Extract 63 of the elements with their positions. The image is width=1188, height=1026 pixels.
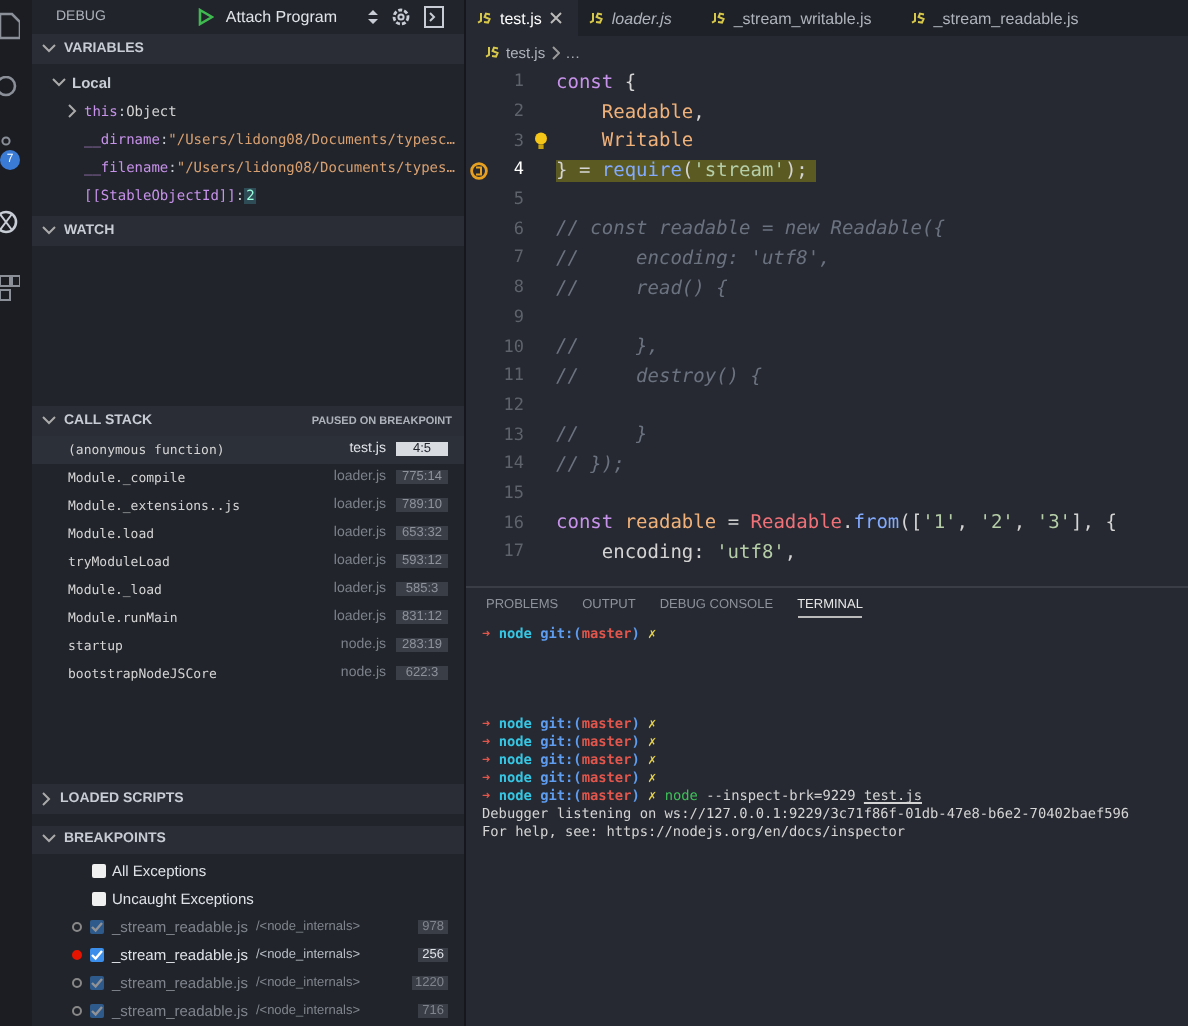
checkbox[interactable] — [90, 1004, 104, 1019]
code-line: Writable — [601, 130, 696, 153]
chevron-right-icon[interactable] — [68, 104, 78, 119]
code-line: const readable = Readable.from(['1', '2', '3'], { — [556, 512, 1119, 535]
line-number: 15 — [501, 483, 524, 504]
editor-tab[interactable]: _stream_readable.js — [899, 0, 1107, 36]
play-icon[interactable] — [197, 8, 214, 27]
code-line: Readable, — [601, 101, 707, 124]
code-line: // destroy() { — [556, 365, 764, 388]
line-number: 7 — [511, 248, 524, 269]
extensions-icon[interactable] — [0, 274, 20, 302]
chevron-down-icon[interactable] — [42, 43, 56, 54]
paused-breakpoint-icon — [469, 161, 487, 180]
editor-tab[interactable]: loader.js — [577, 0, 700, 36]
search-icon[interactable] — [0, 76, 20, 100]
close-icon[interactable] — [549, 12, 562, 24]
code-line: // const readable = new Readable({ — [556, 218, 947, 241]
files-icon[interactable] — [0, 12, 20, 40]
line-number: 13 — [501, 425, 524, 446]
js-file-icon — [587, 12, 604, 24]
chevron-right-icon[interactable] — [42, 791, 52, 806]
checkbox[interactable] — [90, 920, 104, 935]
line-number: 9 — [511, 307, 524, 328]
checkbox[interactable] — [92, 864, 106, 879]
line-number: 5 — [511, 190, 524, 211]
code-line: // }, — [556, 336, 661, 359]
code-line: // encoding: 'utf8', — [556, 247, 833, 270]
line-number: 3 — [511, 131, 524, 152]
checkbox[interactable] — [92, 892, 106, 907]
line-number: 17 — [501, 542, 524, 563]
line-number: 2 — [511, 102, 524, 123]
chevron-down-icon[interactable] — [42, 226, 56, 237]
updown-caret-icon[interactable] — [368, 8, 379, 27]
settings-icon[interactable] — [390, 6, 413, 29]
terminal-icon[interactable] — [424, 6, 445, 29]
chevron-right-icon — [551, 45, 560, 59]
lightbulb-icon[interactable] — [533, 132, 547, 151]
editor-tab[interactable]: test.js — [466, 0, 578, 36]
chevron-down-icon[interactable] — [42, 416, 56, 427]
line-number: 6 — [511, 219, 524, 240]
chevron-down-icon[interactable] — [42, 834, 56, 845]
js-file-icon — [484, 46, 500, 58]
code-line: // read() { — [556, 277, 730, 300]
configuration-dropdown[interactable]: Attach Program — [225, 8, 337, 27]
js-file-icon — [709, 12, 726, 24]
js-file-icon — [476, 12, 492, 24]
line-number: 16 — [501, 513, 524, 534]
line-number: 12 — [501, 395, 524, 416]
line-number: 8 — [511, 278, 524, 299]
checkbox[interactable] — [90, 948, 104, 963]
line-number: 14 — [501, 454, 524, 475]
line-number: 11 — [501, 366, 524, 387]
code-line: const { — [556, 71, 639, 94]
editor-tab[interactable]: _stream_writable.js — [699, 0, 900, 36]
js-file-icon — [909, 12, 926, 24]
chevron-down-icon[interactable] — [52, 78, 66, 89]
code-line: encoding: 'utf8', — [601, 541, 799, 564]
checkbox[interactable] — [90, 976, 104, 991]
line-number: 4 — [511, 160, 524, 181]
code-line: // }); — [556, 453, 627, 476]
line-number: 1 — [511, 72, 524, 93]
code-line: // } — [556, 424, 650, 447]
line-number: 10 — [501, 337, 524, 358]
